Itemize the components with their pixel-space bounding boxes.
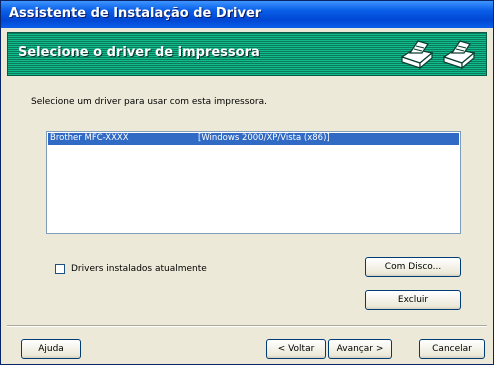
driver-name: Brother MFC-XXXX bbox=[50, 133, 129, 143]
back-button[interactable]: < Voltar bbox=[266, 339, 326, 359]
printer-icon bbox=[400, 40, 434, 70]
installed-drivers-checkbox[interactable] bbox=[55, 264, 65, 274]
driver-list[interactable]: Brother MFC-XXXX [Windows 2000/XP/Vista … bbox=[46, 131, 461, 234]
next-button[interactable]: Avançar > bbox=[328, 339, 392, 359]
installer-window: Assistente de Instalação de Driver Selec… bbox=[0, 0, 494, 365]
list-item[interactable]: Brother MFC-XXXX [Windows 2000/XP/Vista … bbox=[48, 133, 459, 145]
com-disco-button[interactable]: Com Disco... bbox=[365, 257, 461, 277]
page-title: Selecione o driver de impressora bbox=[18, 45, 260, 60]
title-bar[interactable]: Assistente de Instalação de Driver bbox=[1, 1, 493, 28]
help-button[interactable]: Ajuda bbox=[21, 339, 81, 359]
window-title: Assistente de Instalação de Driver bbox=[9, 6, 262, 21]
cancel-button[interactable]: Cancelar bbox=[419, 339, 485, 359]
instruction-text: Selecione um driver para usar com esta i… bbox=[31, 97, 267, 107]
installed-drivers-label[interactable]: Drivers instalados atualmente bbox=[71, 264, 207, 274]
printer-icon bbox=[442, 40, 476, 70]
driver-os: [Windows 2000/XP/Vista (x86)] bbox=[198, 133, 330, 143]
separator bbox=[7, 325, 487, 327]
excluir-button[interactable]: Excluir bbox=[365, 290, 461, 310]
header-panel: Selecione o driver de impressora bbox=[7, 32, 487, 76]
